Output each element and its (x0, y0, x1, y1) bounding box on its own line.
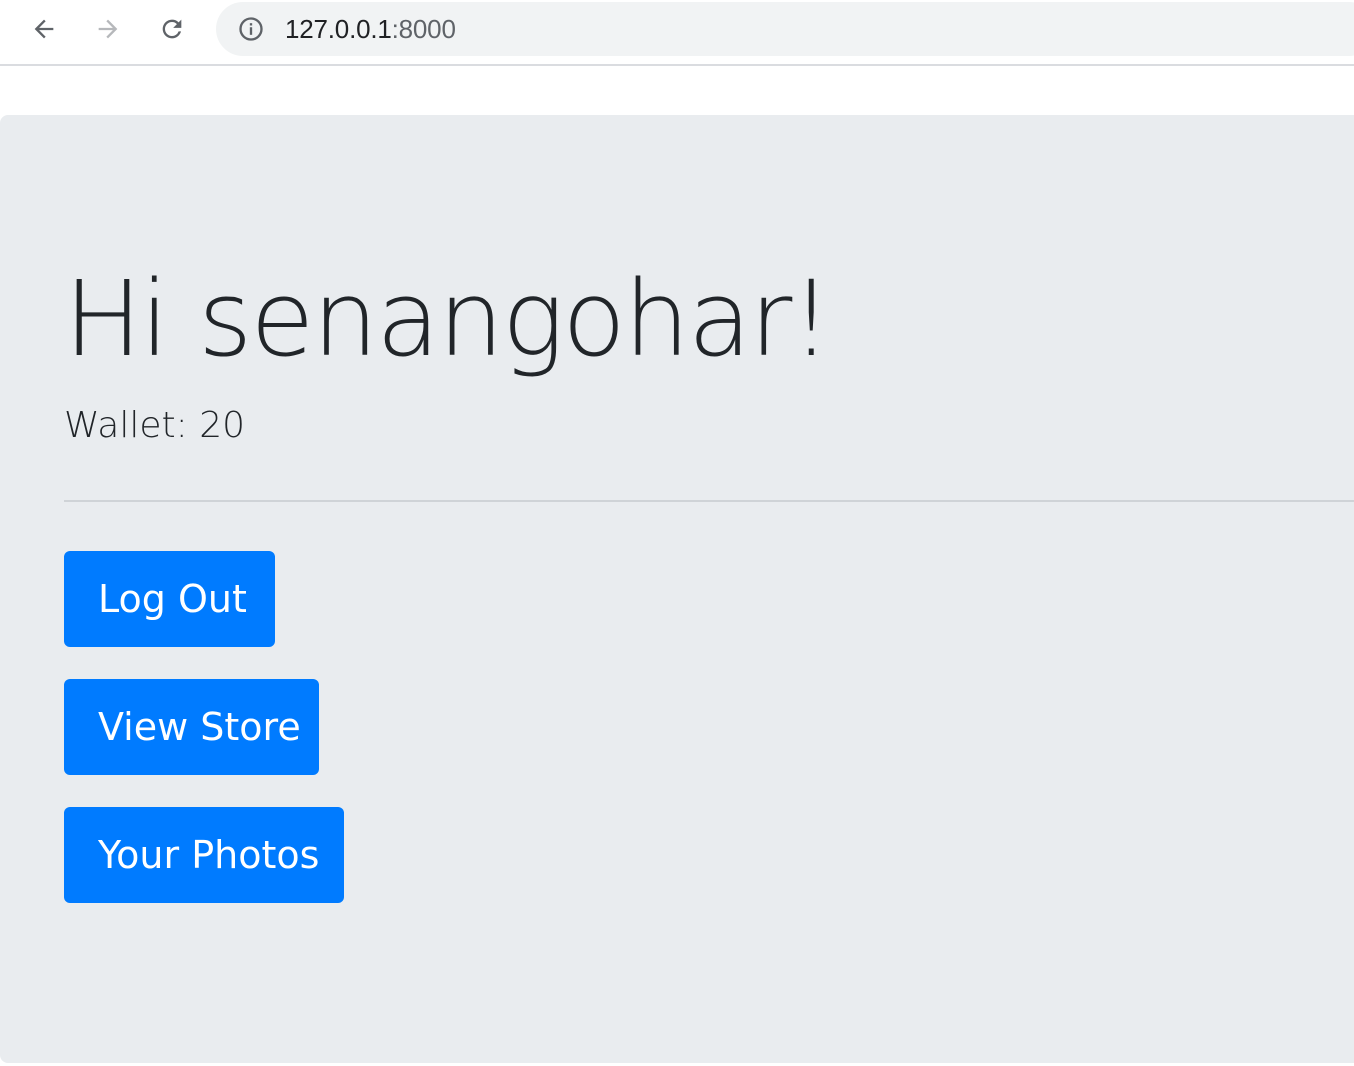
url-host: 127.0.0.1 (285, 14, 392, 44)
address-bar[interactable]: 127.0.0.1:8000 (216, 2, 1354, 56)
url-text[interactable]: 127.0.0.1:8000 (285, 14, 456, 44)
reload-button[interactable] (152, 9, 192, 49)
reload-icon (162, 19, 182, 39)
divider (64, 500, 1354, 502)
forward-button[interactable] (88, 9, 128, 49)
back-button[interactable] (24, 9, 64, 49)
view-store-button[interactable]: View Store (64, 679, 319, 775)
url-port: :8000 (391, 14, 456, 44)
browser-toolbar: 127.0.0.1:8000 (0, 0, 1354, 66)
wallet-balance: Wallet: 20 (64, 405, 246, 446)
arrow-left-icon (34, 19, 54, 39)
page-title: Hi senangohar! (64, 258, 832, 380)
your-photos-button[interactable]: Your Photos (64, 807, 344, 903)
info-circle-icon[interactable] (237, 15, 265, 43)
arrow-right-icon (98, 19, 118, 39)
logout-button[interactable]: Log Out (64, 551, 275, 647)
